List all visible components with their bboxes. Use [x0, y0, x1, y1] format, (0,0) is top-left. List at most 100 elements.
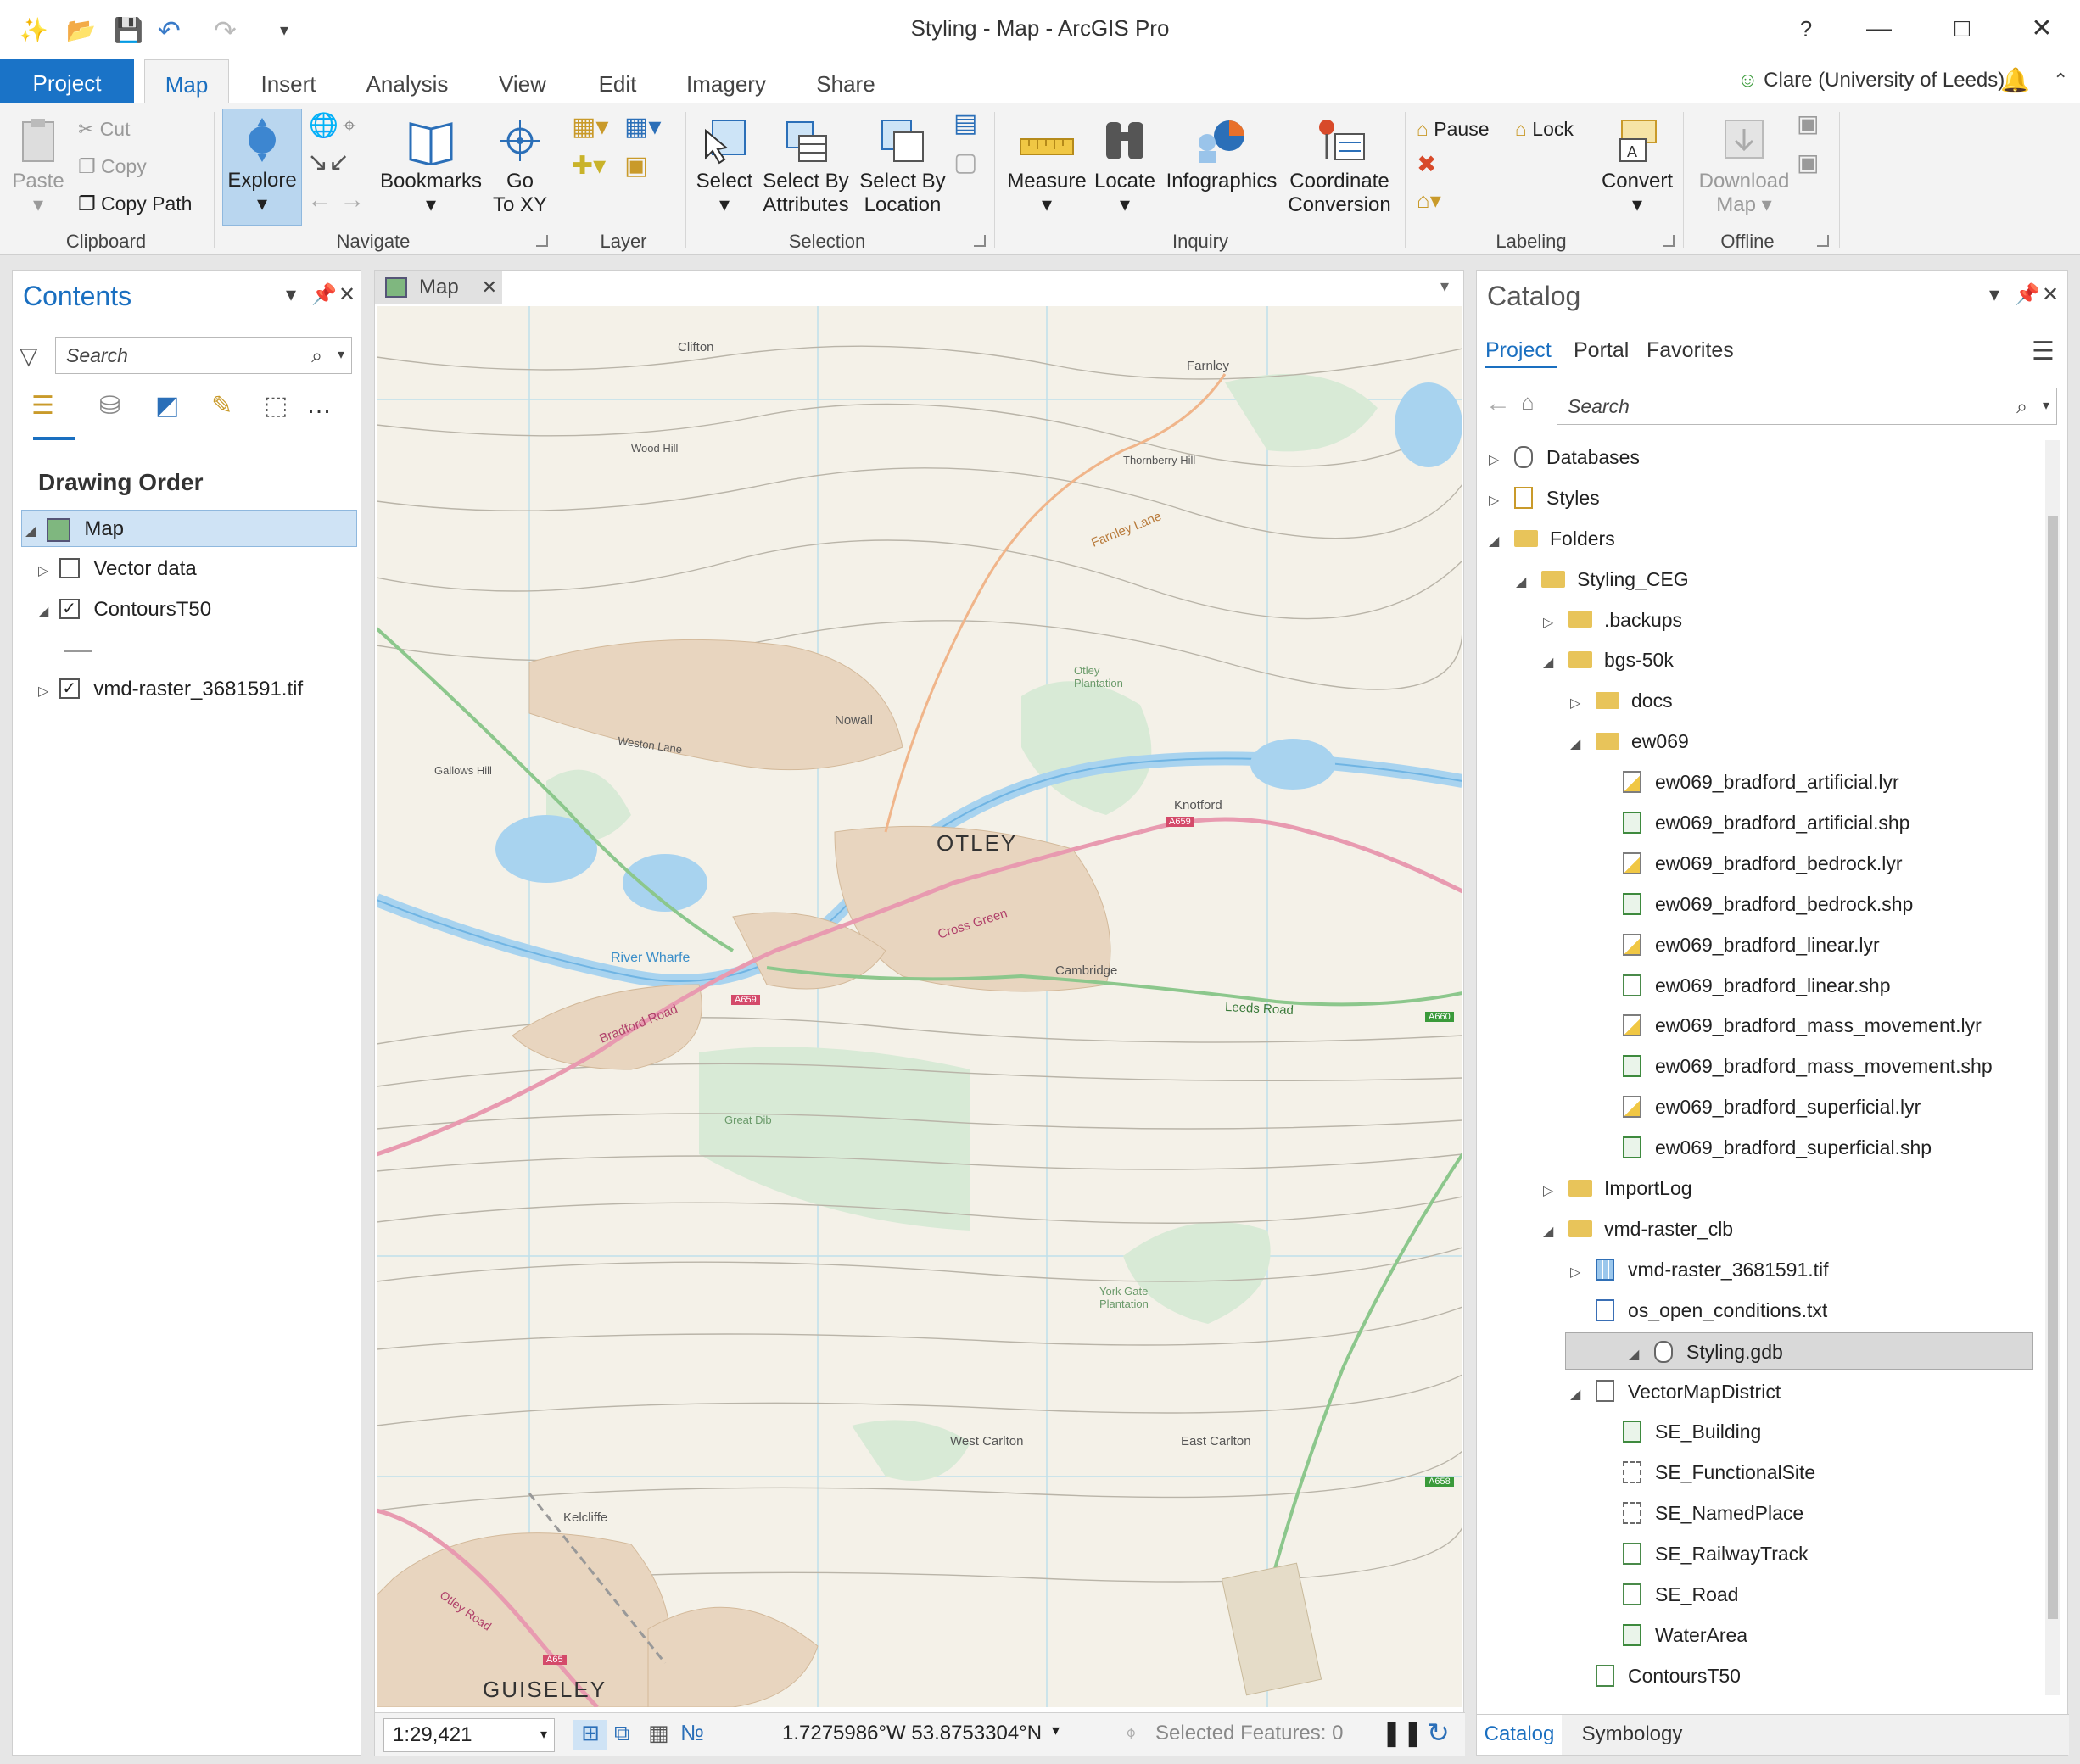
- catalog-item[interactable]: ◢ Folders: [1480, 520, 2033, 557]
- expanded-arrow-icon[interactable]: ◢: [1543, 1214, 1568, 1251]
- catalog-item[interactable]: os_open_conditions.txt: [1480, 1292, 2033, 1329]
- tab-list-dropdown-icon[interactable]: ▾: [1440, 276, 1449, 297]
- maximize-button[interactable]: □: [1941, 12, 1983, 46]
- expanded-arrow-icon[interactable]: ◢: [1489, 523, 1514, 561]
- locate-button[interactable]: Locate ▾: [1093, 117, 1157, 217]
- catalog-item[interactable]: ew069_bradford_bedrock.shp: [1480, 885, 2033, 923]
- catalog-item[interactable]: ◢ Styling_CEG: [1480, 561, 2033, 598]
- navigate-launcher[interactable]: [536, 235, 548, 247]
- catalog-item[interactable]: ew069_bradford_linear.lyr: [1480, 926, 2033, 963]
- grid-icon[interactable]: ▦: [648, 1720, 669, 1746]
- zoom-in-fixed-icon[interactable]: ↘↙: [307, 150, 349, 176]
- full-extent-icon[interactable]: 🌐: [309, 114, 338, 137]
- expanded-arrow-icon[interactable]: ◢: [1516, 564, 1541, 601]
- tab-project[interactable]: Project: [0, 59, 134, 103]
- close-tab-icon[interactable]: ✕: [482, 271, 497, 304]
- bookmarks-button[interactable]: Bookmarks ▾: [380, 117, 482, 217]
- scale-selector[interactable]: 1:29,421 ▾: [383, 1718, 555, 1752]
- help-button[interactable]: ?: [1785, 12, 1827, 46]
- scrollbar-thumb[interactable]: [2048, 516, 2058, 1619]
- sync-icon[interactable]: ▣: [1797, 112, 1819, 136]
- layer-row-map[interactable]: ◢ Map: [21, 510, 357, 547]
- list-by-drawing-order-icon[interactable]: ☰: [31, 391, 54, 421]
- catalog-item[interactable]: SE_Road: [1480, 1576, 2033, 1613]
- measure-button[interactable]: Measure ▾: [1004, 117, 1089, 217]
- clear-selection-icon[interactable]: ▢: [953, 150, 977, 176]
- bottom-tab-symbology[interactable]: Symbology: [1568, 1715, 1696, 1755]
- close-pane-icon[interactable]: ✕: [2042, 282, 2059, 307]
- collapsed-arrow-icon[interactable]: ▷: [38, 673, 53, 711]
- layer-row-contours[interactable]: ◢ ✓ ContoursT50: [38, 591, 211, 628]
- pin-icon[interactable]: 📌: [311, 282, 337, 307]
- expanded-arrow-icon[interactable]: ◢: [1570, 726, 1596, 763]
- map-canvas[interactable]: OTLEY GUISELEY Clifton Farnley Nowall Kn…: [377, 306, 1462, 1707]
- selection-launcher[interactable]: [974, 235, 986, 247]
- notifications-bell-icon[interactable]: 🔔: [2000, 66, 2030, 94]
- catalog-item[interactable]: ▷ vmd-raster_3681591.tif: [1480, 1251, 2033, 1288]
- expanded-arrow-icon[interactable]: ◢: [1543, 645, 1568, 682]
- catalog-item[interactable]: SE_RailwayTrack: [1480, 1535, 2033, 1572]
- catalog-item[interactable]: ◢ Styling.gdb: [1565, 1331, 2033, 1370]
- attributes-icon[interactable]: ▤: [953, 111, 977, 137]
- copy-path-button[interactable]: ❐ Copy Path: [78, 192, 192, 215]
- catalog-item[interactable]: ◢ bgs-50k: [1480, 641, 2033, 678]
- more-labeling-icon[interactable]: ⌂▾: [1417, 188, 1441, 212]
- catalog-item[interactable]: ▷ docs: [1480, 682, 2033, 719]
- back-icon[interactable]: ←: [1485, 389, 1511, 418]
- tab-analysis[interactable]: Analysis: [356, 59, 458, 103]
- more-options-icon[interactable]: …: [306, 391, 332, 420]
- coordinate-format-dropdown-icon[interactable]: ▾: [1052, 1722, 1060, 1739]
- remove-offline-icon[interactable]: ▣: [1797, 151, 1819, 175]
- fixed-zoom-icon[interactable]: ⌖: [343, 114, 356, 137]
- catalog-item[interactable]: SE_FunctionalSite: [1480, 1454, 2033, 1491]
- catalog-item[interactable]: ew069_bradford_linear.shp: [1480, 967, 2033, 1004]
- expanded-arrow-icon[interactable]: ◢: [25, 513, 41, 550]
- collapsed-arrow-icon[interactable]: ▷: [1489, 483, 1514, 520]
- catalog-item[interactable]: ◢ vmd-raster_clb: [1480, 1210, 2033, 1248]
- tab-view[interactable]: View: [480, 59, 565, 103]
- add-graphics-layer-icon[interactable]: ▣: [624, 154, 648, 179]
- explore-button[interactable]: Explore ▾: [222, 109, 302, 226]
- layer-visibility-checkbox[interactable]: ✓: [59, 678, 80, 699]
- layer-row-vector-data[interactable]: ▷ Vector data: [38, 550, 197, 588]
- list-by-selection-icon[interactable]: ◩: [155, 391, 179, 421]
- paste-button[interactable]: Paste ▾: [10, 117, 66, 217]
- view-unplaced-icon[interactable]: ✖: [1417, 153, 1436, 176]
- collapsed-arrow-icon[interactable]: ▷: [1570, 685, 1596, 723]
- coordinate-conversion-button[interactable]: Coordinate Conversion: [1284, 117, 1395, 217]
- map-view-tab[interactable]: Map ✕: [375, 271, 502, 304]
- catalog-tab-project[interactable]: Project: [1485, 338, 1552, 363]
- collapsed-arrow-icon[interactable]: ▷: [1543, 605, 1568, 642]
- user-account[interactable]: ☺ Clare (University of Leeds) ▾: [1737, 68, 2021, 92]
- collapsed-arrow-icon[interactable]: ▷: [1489, 442, 1514, 479]
- collapsed-arrow-icon[interactable]: ▷: [1570, 1254, 1596, 1292]
- add-data-icon[interactable]: ▦▾: [572, 114, 608, 140]
- refresh-icon[interactable]: ↻: [1427, 1717, 1450, 1749]
- catalog-item[interactable]: ew069_bradford_mass_movement.lyr: [1480, 1007, 2033, 1044]
- go-to-xy-button[interactable]: Go To XY: [490, 117, 550, 217]
- tab-insert[interactable]: Insert: [246, 59, 331, 103]
- catalog-item[interactable]: ▷ .backups: [1480, 601, 2033, 639]
- catalog-item[interactable]: ew069_bradford_mass_movement.shp: [1480, 1047, 2033, 1085]
- expanded-arrow-icon[interactable]: ◢: [1570, 1376, 1596, 1414]
- catalog-item[interactable]: ◢ ew069: [1480, 723, 2033, 760]
- basemap-icon[interactable]: ▦▾: [624, 114, 661, 140]
- lock-labeling-button[interactable]: ⌂ Lock: [1515, 117, 1574, 141]
- catalog-item[interactable]: ew069_bradford_superficial.shp: [1480, 1129, 2033, 1166]
- tab-share[interactable]: Share: [799, 59, 892, 103]
- layer-visibility-checkbox[interactable]: [59, 557, 80, 578]
- close-pane-icon[interactable]: ✕: [338, 282, 355, 307]
- collapsed-arrow-icon[interactable]: ▷: [1543, 1173, 1568, 1210]
- pane-options-icon[interactable]: ▾: [1989, 282, 1999, 307]
- add-preset-icon[interactable]: ✚▾: [572, 154, 606, 179]
- previous-next-extent-icon[interactable]: ← →: [307, 187, 365, 213]
- tab-edit[interactable]: Edit: [575, 59, 660, 103]
- labeling-launcher[interactable]: [1663, 235, 1675, 247]
- layer-visibility-checkbox[interactable]: ✓: [59, 598, 80, 619]
- tab-map[interactable]: Map: [144, 59, 229, 103]
- collapse-ribbon-icon[interactable]: ⌃: [2053, 70, 2068, 92]
- cut-button[interactable]: ✂ Cut: [78, 117, 130, 141]
- catalog-tab-favorites[interactable]: Favorites: [1647, 338, 1734, 363]
- correction-icon[interactable]: №: [680, 1720, 704, 1746]
- minimize-button[interactable]: —: [1858, 12, 1900, 46]
